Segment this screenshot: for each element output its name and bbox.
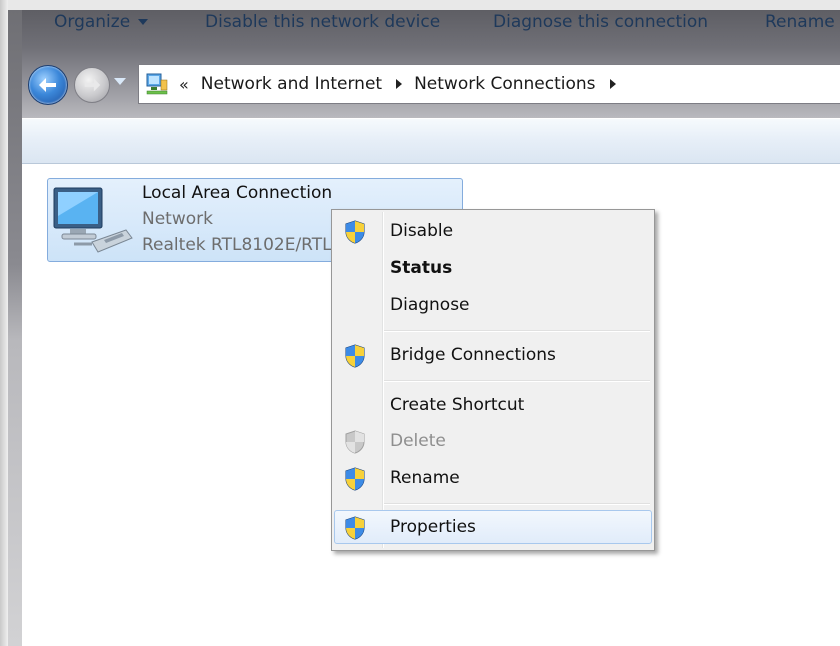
menu-item-label: Disable (390, 221, 454, 241)
connection-network: Network (142, 209, 213, 229)
menu-item-bridge-connections[interactable]: Bridge Connections (334, 338, 652, 372)
command-bar (22, 118, 840, 164)
breadcrumb-arrow-icon[interactable] (396, 79, 403, 89)
window-left-border (8, 10, 22, 646)
connection-name: Local Area Connection (142, 183, 333, 203)
address-bar[interactable]: « Network and Internet Network Connectio… (138, 64, 840, 104)
dropdown-arrow-icon (138, 19, 149, 25)
organize-label: Organize (54, 12, 131, 32)
forward-button[interactable] (74, 67, 110, 103)
menu-separator (384, 330, 650, 332)
menu-item-label: Delete (390, 431, 446, 451)
uac-shield-icon (344, 467, 366, 491)
menu-item-disable[interactable]: Disable (334, 214, 652, 248)
network-connection-icon (53, 187, 133, 253)
menu-item-label: Properties (390, 517, 476, 537)
menu-item-rename[interactable]: Rename (334, 461, 652, 495)
menu-item-status[interactable]: Status (334, 251, 652, 285)
window-top-edge (8, 0, 840, 10)
menu-item-label: Rename (390, 468, 460, 488)
menu-item-properties[interactable]: Properties (334, 510, 652, 544)
menu-separator (384, 380, 650, 382)
breadcrumb-network-and-internet[interactable]: Network and Internet (201, 74, 382, 94)
menu-item-label: Status (390, 258, 453, 278)
recent-pages-dropdown[interactable] (114, 78, 126, 85)
breadcrumb-arrow-icon[interactable] (609, 79, 616, 89)
back-button[interactable] (28, 65, 68, 105)
breadcrumb-network-connections[interactable]: Network Connections (414, 74, 595, 94)
diagnose-connection-button[interactable]: Diagnose this connection (493, 12, 708, 32)
uac-shield-disabled-icon (344, 430, 366, 454)
menu-item-label: Create Shortcut (390, 395, 525, 415)
uac-shield-icon (344, 516, 366, 540)
menu-separator (384, 503, 650, 505)
menu-item-label: Diagnose (390, 295, 470, 315)
menu-item-label: Bridge Connections (390, 345, 556, 365)
desktop-edge (0, 0, 8, 646)
rename-button[interactable]: Rename (765, 12, 835, 32)
address-overflow-chevron[interactable]: « (179, 75, 189, 94)
back-arrow-icon (39, 78, 56, 92)
disable-device-button[interactable]: Disable this network device (205, 12, 440, 32)
menu-item-delete: Delete (334, 424, 652, 458)
uac-shield-icon (344, 344, 366, 368)
forward-arrow-icon (84, 78, 101, 92)
uac-shield-icon (344, 220, 366, 244)
organize-button[interactable]: Organize (54, 12, 149, 32)
menu-item-diagnose[interactable]: Diagnose (334, 288, 652, 322)
connection-device: Realtek RTL8102E/RTL (142, 235, 332, 255)
network-folder-icon (145, 72, 169, 96)
menu-item-create-shortcut[interactable]: Create Shortcut (334, 388, 652, 422)
